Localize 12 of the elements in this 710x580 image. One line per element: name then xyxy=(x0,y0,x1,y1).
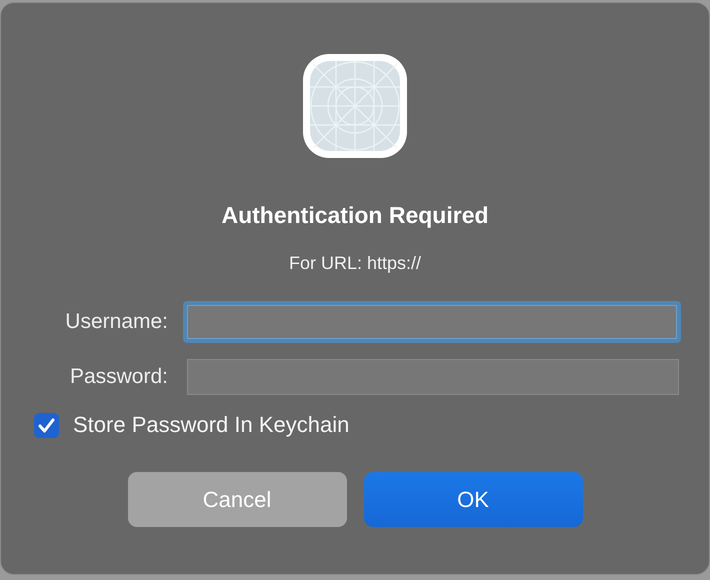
field-label: Password: xyxy=(70,365,168,389)
checkbox-label: Store Password In Keychain xyxy=(73,412,350,438)
url-message: For URL: https:// xyxy=(288,253,422,274)
text-field[interactable] xyxy=(187,359,679,395)
cancel-button[interactable]: Cancel xyxy=(128,472,346,527)
app-icon xyxy=(303,54,407,158)
text-field[interactable] xyxy=(183,301,681,343)
field-label: Username: xyxy=(65,310,168,334)
dialog-title: Authentication Required xyxy=(221,202,489,229)
check-icon xyxy=(38,418,55,432)
checkbox[interactable] xyxy=(34,412,59,438)
ok-button[interactable]: OK xyxy=(364,472,582,527)
